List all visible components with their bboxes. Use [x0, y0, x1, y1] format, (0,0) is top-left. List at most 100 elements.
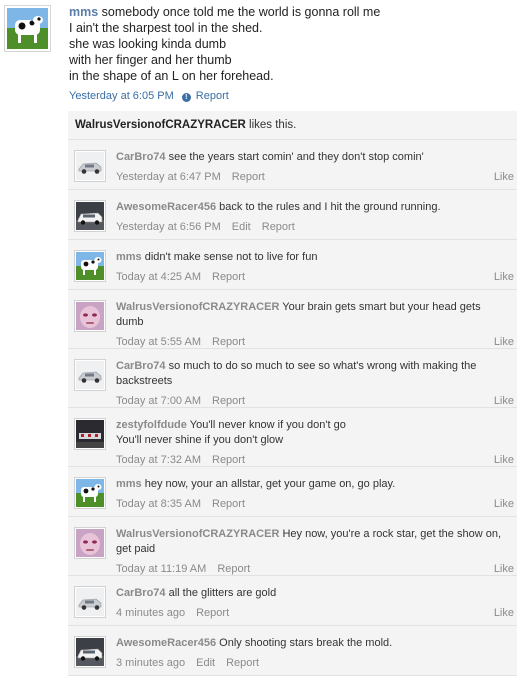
comment-meta: Today at 7:00 AM Report Like — [116, 395, 517, 408]
like-button[interactable]: Like — [494, 271, 514, 284]
like-button[interactable]: Like — [494, 563, 514, 576]
post-line: I ain't the sharpest tool in the shed. — [69, 21, 263, 35]
comment-body: AwesomeRacer456 Only shooting stars brea… — [116, 626, 517, 651]
comment-author-link[interactable]: WalrusVersionofCRAZYRACER — [116, 301, 279, 313]
report-link[interactable]: Report — [226, 657, 259, 669]
comment-text: Only shooting stars break the mold. — [219, 637, 393, 649]
edit-link[interactable]: Edit — [196, 657, 215, 669]
comment-item: WalrusVersionofCRAZYRACER Hey now, you'r… — [68, 517, 517, 576]
post-line: with her finger and her thumb — [69, 53, 232, 67]
post-report-link[interactable]: Report — [196, 90, 229, 102]
like-button[interactable]: Like — [494, 336, 514, 349]
comment-timestamp[interactable]: Today at 4:25 AM — [116, 271, 201, 283]
comment-meta: Today at 5:55 AM Report Like — [116, 336, 517, 349]
comment-avatar[interactable] — [74, 250, 106, 282]
comment-avatar[interactable] — [74, 477, 106, 509]
likes-summary: WalrusVersionofCRAZYRACER likes this. — [68, 111, 517, 140]
post-line: somebody once told me the world is gonna… — [101, 5, 381, 19]
comment-author-link[interactable]: mms — [116, 478, 142, 490]
comment-text: You'll never shine if you don't glow — [116, 434, 284, 446]
post-line: she was looking kinda dumb — [69, 37, 227, 51]
comment-avatar[interactable] — [74, 359, 106, 391]
edit-link[interactable]: Edit — [232, 221, 251, 233]
comment-body: AwesomeRacer456 back to the rules and I … — [116, 190, 517, 215]
comment-text: You'll never know if you don't go — [189, 419, 346, 431]
comment-item: AwesomeRacer456 back to the rules and I … — [68, 190, 517, 240]
cow-avatar-image — [7, 8, 48, 49]
post-meta: Yesterday at 6:05 PM! Report — [69, 89, 519, 103]
comment-author-link[interactable]: CarBro74 — [116, 151, 166, 163]
comment-text: hey now, your an allstar, get your game … — [144, 478, 396, 490]
white-car-avatar-image — [76, 202, 104, 230]
report-link[interactable]: Report — [212, 498, 245, 510]
comment-timestamp[interactable]: Yesterday at 6:47 PM — [116, 171, 221, 183]
pink-face-avatar-image — [76, 302, 104, 330]
comment-timestamp[interactable]: Today at 8:35 AM — [116, 498, 201, 510]
author-avatar[interactable] — [4, 5, 51, 52]
comment-body: CarBro74 see the years start comin' and … — [116, 140, 517, 165]
report-link[interactable]: Report — [212, 336, 245, 348]
comment-timestamp[interactable]: Today at 5:55 AM — [116, 336, 201, 348]
comment-author-link[interactable]: CarBro74 — [116, 587, 166, 599]
comment-body: CarBro74 all the glitters are gold — [116, 576, 517, 601]
comment-text: backstreets — [116, 375, 173, 387]
comment-item: CarBro74 see the years start comin' and … — [68, 140, 517, 190]
post-line: in the shape of an L on her forehead. — [69, 69, 274, 83]
report-link[interactable]: Report — [212, 395, 245, 407]
like-button[interactable]: Like — [494, 454, 514, 467]
comment-timestamp[interactable]: Yesterday at 6:56 PM — [116, 221, 221, 233]
comment-body: mms hey now, your an allstar, get your g… — [116, 467, 517, 492]
comment-meta: 4 minutes ago Report Like — [116, 607, 517, 620]
comment-avatar[interactable] — [74, 300, 106, 332]
comment-body: mms didn't make sense not to live for fu… — [116, 240, 517, 265]
comment-timestamp[interactable]: Today at 7:32 AM — [116, 454, 201, 466]
dark-figure-avatar-image — [76, 420, 104, 448]
comment-avatar[interactable] — [74, 527, 106, 559]
liker-link[interactable]: WalrusVersionofCRAZYRACER — [75, 119, 246, 131]
pink-face-avatar-image — [76, 529, 104, 557]
comment-author-link[interactable]: AwesomeRacer456 — [116, 201, 216, 213]
report-link[interactable]: Report — [212, 454, 245, 466]
comment-timestamp[interactable]: Today at 11:19 AM — [116, 563, 206, 575]
comment-timestamp[interactable]: 3 minutes ago — [116, 657, 185, 669]
comment-avatar[interactable] — [74, 636, 106, 668]
comment-item: WalrusVersionofCRAZYRACER Your brain get… — [68, 290, 517, 349]
like-button[interactable]: Like — [494, 607, 514, 620]
comment-meta: Yesterday at 6:47 PM Report Like — [116, 171, 517, 184]
post-author-link[interactable]: mms — [69, 5, 98, 19]
comment-avatar[interactable] — [74, 200, 106, 232]
comment-author-link[interactable]: CarBro74 — [116, 360, 166, 372]
report-link[interactable]: Report — [232, 171, 265, 183]
comment-body: zestyfolfdude You'll never know if you d… — [116, 408, 517, 448]
comment-body: CarBro74 so much to do so much to see so… — [116, 349, 517, 389]
silver-car-avatar-image — [76, 152, 104, 180]
comment-text: see the years start comin' and they don'… — [168, 151, 424, 163]
comment-author-link[interactable]: AwesomeRacer456 — [116, 637, 216, 649]
comment-avatar[interactable] — [74, 418, 106, 450]
comment-text: Your brain gets smart but your head gets — [282, 301, 481, 313]
comment-timestamp[interactable]: Today at 7:00 AM — [116, 395, 201, 407]
report-link[interactable]: Report — [217, 563, 250, 575]
comment-list: WalrusVersionofCRAZYRACER likes this. Ca… — [68, 111, 517, 676]
silver-car-avatar-image — [76, 361, 104, 389]
comment-meta: Today at 11:19 AM Report Like — [116, 563, 517, 576]
comment-meta: Today at 8:35 AM Report Like — [116, 498, 517, 511]
report-link[interactable]: Report — [212, 271, 245, 283]
comment-avatar[interactable] — [74, 150, 106, 182]
comment-body: WalrusVersionofCRAZYRACER Hey now, you'r… — [116, 517, 517, 557]
likes-text: likes this. — [249, 119, 297, 131]
comment-avatar[interactable] — [74, 586, 106, 618]
comment-item: AwesomeRacer456 Only shooting stars brea… — [68, 626, 517, 676]
comment-author-link[interactable]: mms — [116, 251, 142, 263]
report-link[interactable]: Report — [262, 221, 295, 233]
comment-author-link[interactable]: WalrusVersionofCRAZYRACER — [116, 528, 279, 540]
comment-author-link[interactable]: zestyfolfdude — [116, 419, 187, 431]
comment-item: CarBro74 all the glitters are gold 4 minu… — [68, 576, 517, 626]
report-link[interactable]: Report — [196, 607, 229, 619]
like-button[interactable]: Like — [494, 395, 514, 408]
comment-item: zestyfolfdude You'll never know if you d… — [68, 408, 517, 467]
like-button[interactable]: Like — [494, 498, 514, 511]
comment-timestamp[interactable]: 4 minutes ago — [116, 607, 185, 619]
like-button[interactable]: Like — [494, 171, 514, 184]
post-timestamp[interactable]: Yesterday at 6:05 PM — [69, 90, 174, 102]
